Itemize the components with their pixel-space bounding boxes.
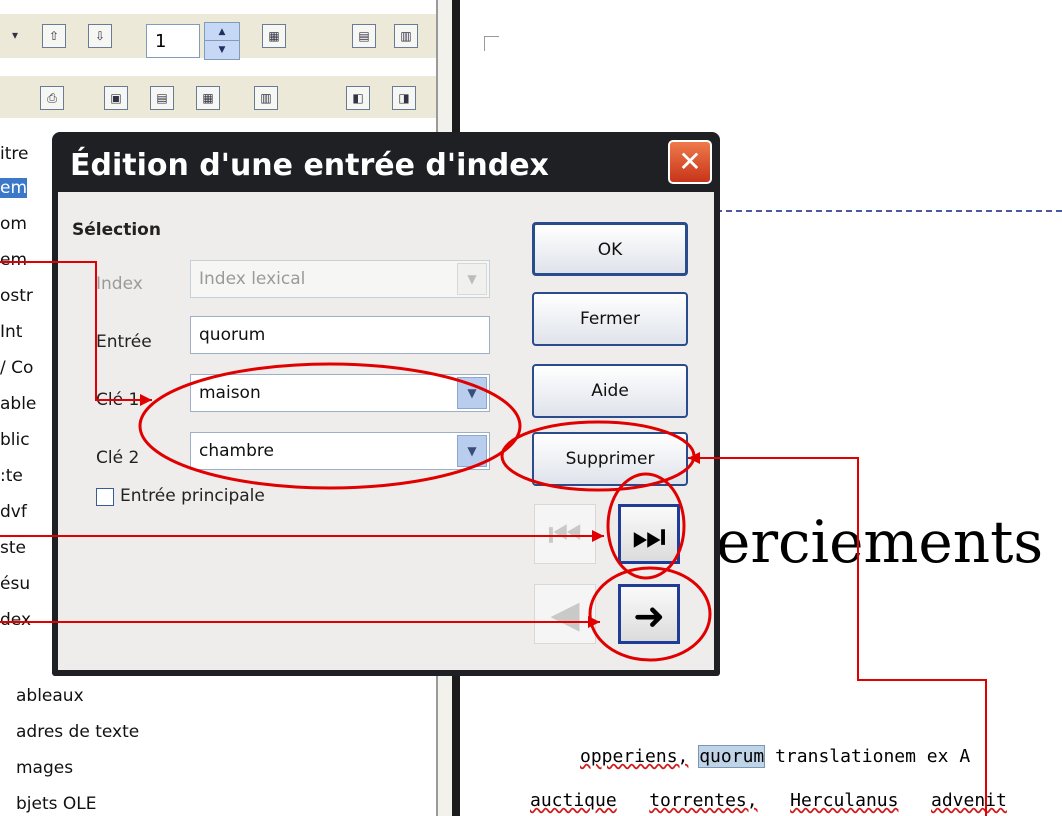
close-button[interactable]: Fermer <box>532 292 688 346</box>
document-line-1: opperiens, quorum translationem ex A <box>580 745 971 768</box>
word: torrentes, <box>649 790 758 811</box>
indent-right-icon[interactable]: ◨ <box>392 86 416 110</box>
nav-item[interactable]: ostr <box>0 286 33 306</box>
index-label: Index <box>96 274 143 294</box>
page-spin-input[interactable]: 1 <box>146 24 200 58</box>
arrow-right-icon: ➜ <box>633 594 665 638</box>
arrow-left-icon: ◀ <box>550 592 580 636</box>
content-view-icon[interactable]: ▥ <box>394 24 418 48</box>
nav-item[interactable]: om <box>0 214 27 234</box>
nav-item[interactable]: em <box>0 250 27 270</box>
word: Herculanus <box>790 790 899 811</box>
next-same-entry-button[interactable]: ⏭ <box>618 504 680 564</box>
word: auctique <box>530 790 617 811</box>
header-boundary <box>686 210 1062 212</box>
selection-section-label: Sélection <box>72 220 161 240</box>
drag-mode-icon[interactable]: ▦ <box>262 24 286 48</box>
document-heading: erciements <box>716 508 1044 576</box>
nav-item[interactable]: ste <box>0 538 26 558</box>
promote-icon[interactable]: ⇧ <box>42 24 66 48</box>
nav-item-tables[interactable]: ableaux <box>16 686 84 706</box>
document-line-2: auctique torrentes, Herculanus advenit <box>530 790 1007 811</box>
spin-up-button[interactable]: ▲ <box>204 22 240 42</box>
navigator-toolbar-bottom: ⎙ ▣ ▤ ▦ ▥ ◧ ◨ <box>0 76 440 118</box>
chevron-down-icon[interactable]: ▼ <box>457 377 487 409</box>
key2-select[interactable]: chambre ▼ <box>190 432 490 470</box>
entry-input[interactable]: quorum <box>190 316 490 354</box>
page-corner-mark <box>484 36 499 51</box>
main-entry-checkbox[interactable] <box>96 488 114 506</box>
previous-same-entry-button: ⏮ <box>534 504 596 564</box>
help-button[interactable]: Aide <box>532 364 688 418</box>
key1-select[interactable]: maison ▼ <box>190 374 490 412</box>
key1-label: Clé 1 <box>96 390 140 410</box>
nav-item[interactable]: itre <box>0 144 28 164</box>
skip-forward-icon: ⏭ <box>631 514 667 558</box>
main-entry-label: Entrée principale <box>120 486 265 506</box>
nav-item[interactable]: Int <box>0 322 22 342</box>
index-select: Index lexical ▼ <box>190 260 490 298</box>
demote-icon[interactable]: ⇩ <box>88 24 112 48</box>
spin-down-button[interactable]: ▼ <box>204 40 240 60</box>
nav-item-ole[interactable]: bjets OLE <box>16 794 97 814</box>
skip-back-icon: ⏮ <box>547 512 583 556</box>
next-entry-button[interactable]: ➜ <box>618 584 680 644</box>
word: advenit <box>931 790 1007 811</box>
nav-item[interactable]: :te <box>0 466 23 486</box>
bookmark-icon[interactable]: ⎙ <box>40 86 64 110</box>
nav-item[interactable]: dvf <box>0 502 27 522</box>
nav-item[interactable]: ésu <box>0 574 30 594</box>
reminder-icon[interactable]: ▥ <box>254 86 278 110</box>
previous-entry-button: ◀ <box>534 584 596 644</box>
delete-button[interactable]: Supprimer <box>532 432 688 486</box>
header-icon[interactable]: ▣ <box>104 86 128 110</box>
entry-label: Entrée <box>96 332 152 352</box>
word: translationem ex A <box>775 746 971 767</box>
footer-icon[interactable]: ▤ <box>150 86 174 110</box>
close-icon[interactable]: ✕ <box>668 140 712 184</box>
ok-button[interactable]: OK <box>532 222 688 276</box>
word: opperiens, <box>580 746 689 767</box>
nav-item[interactable]: dex <box>0 610 31 630</box>
nav-item-frames[interactable]: adres de texte <box>16 722 139 742</box>
indexed-word[interactable]: quorum <box>698 745 766 768</box>
indent-left-icon[interactable]: ◧ <box>346 86 370 110</box>
key2-label: Clé 2 <box>96 448 140 468</box>
nav-item-images[interactable]: mages <box>16 758 73 778</box>
dialog-title: Édition d'une entrée d'index <box>70 148 549 183</box>
list-box-icon[interactable]: ▤ <box>352 24 376 48</box>
dropdown-arrow-icon[interactable]: ▾ <box>4 24 26 46</box>
nav-item[interactable]: able <box>0 394 36 414</box>
nav-item[interactable]: / Co <box>0 358 33 378</box>
chevron-down-icon[interactable]: ▼ <box>457 435 487 467</box>
anchor-icon[interactable]: ▦ <box>196 86 220 110</box>
nav-item-selected[interactable]: em <box>0 178 28 198</box>
nav-item[interactable]: blic <box>0 430 30 450</box>
chevron-down-icon: ▼ <box>457 263 487 295</box>
